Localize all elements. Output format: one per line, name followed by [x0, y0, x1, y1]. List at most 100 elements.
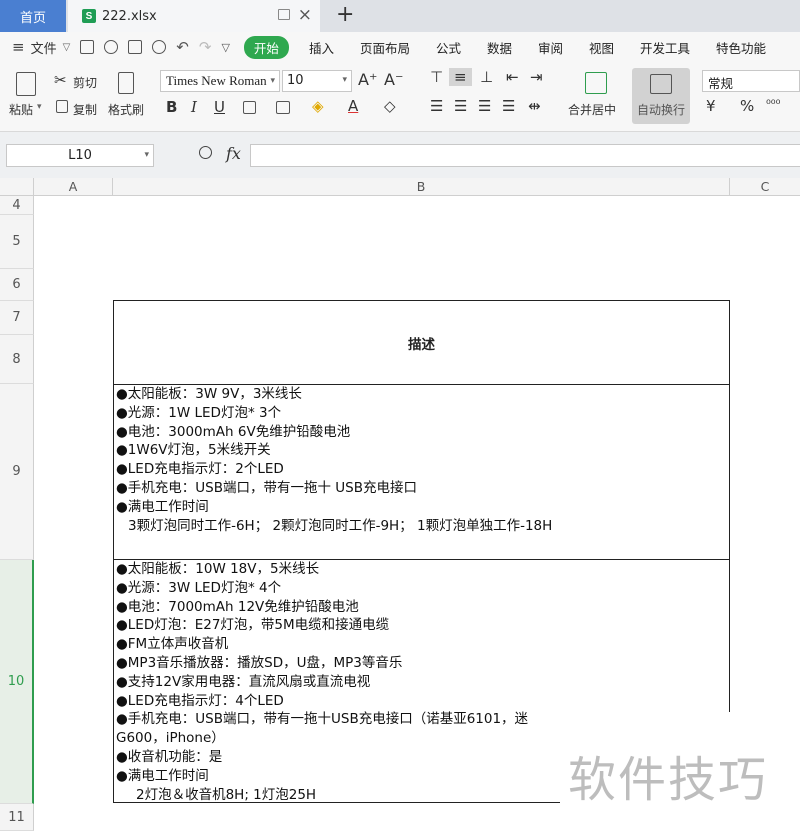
tab-developer[interactable]: 开发工具	[640, 38, 690, 57]
list-item: ●LED充电指示灯：2个LED	[116, 461, 284, 478]
undo-icon[interactable]: ↶	[176, 40, 189, 55]
tab-data[interactable]: 数据	[487, 38, 512, 57]
spreadsheet-icon: S	[82, 9, 96, 23]
chevron-down-icon: ▾	[342, 75, 347, 85]
search-formula-icon[interactable]	[199, 146, 212, 159]
bold-button[interactable]: B	[166, 98, 177, 116]
tab-bar: 首页 S 222.xlsx × +	[0, 0, 800, 32]
font-name-value: Times New Roman	[166, 73, 267, 88]
column-header-c[interactable]: C	[730, 178, 800, 196]
tab-insert[interactable]: 插入	[309, 38, 334, 57]
row-header-9[interactable]: 9	[0, 384, 34, 560]
merge-center-button[interactable]: 合并居中	[568, 101, 616, 118]
list-item: ●手机充电：USB端口，带有一拖十 USB充电接口	[116, 479, 417, 496]
watermark: 软件技巧	[560, 712, 800, 831]
align-bottom-icon[interactable]: ⊥	[480, 68, 493, 86]
border-icon[interactable]	[243, 101, 256, 114]
align-middle-icon[interactable]: ≡	[449, 68, 472, 86]
italic-button[interactable]: I	[191, 98, 197, 116]
tab-review[interactable]: 审阅	[538, 38, 563, 57]
fx-icon[interactable]: fx	[226, 144, 241, 163]
justify-icon[interactable]: ☰	[502, 97, 515, 115]
underline-button[interactable]: U	[214, 98, 225, 116]
cut-button[interactable]: 剪切	[73, 74, 97, 91]
font-grow-icon[interactable]: A⁺	[358, 70, 377, 89]
paste-icon[interactable]	[16, 72, 36, 96]
cell-b7-title[interactable]: 描述	[113, 300, 730, 385]
row-header-7[interactable]: 7	[0, 301, 34, 335]
row-header-8[interactable]: 8	[0, 335, 34, 384]
format-painter-button[interactable]: 格式刷	[108, 101, 144, 118]
close-icon[interactable]: ×	[298, 5, 312, 25]
align-right-icon[interactable]: ☰	[478, 97, 491, 115]
hamburger-icon[interactable]: ≡	[12, 38, 25, 56]
print-icon[interactable]	[128, 40, 143, 54]
eraser-icon[interactable]: ◇	[384, 97, 396, 115]
row-header-10[interactable]: 10	[0, 560, 34, 804]
font-color-icon[interactable]: A	[348, 97, 358, 115]
formula-bar: L10 ▾ fx	[0, 132, 800, 178]
formula-input[interactable]	[250, 144, 800, 167]
thousands-icon[interactable]: ⁰⁰⁰	[766, 97, 780, 111]
tab-formula[interactable]: 公式	[436, 38, 461, 57]
row-header-11[interactable]: 11	[0, 804, 34, 831]
column-header-a[interactable]: A	[34, 178, 113, 196]
distribute-icon[interactable]: ⇹	[528, 97, 541, 115]
align-top-icon[interactable]: ⊤	[430, 68, 443, 86]
list-item: ●电池：7000mAh 12V免维护铅酸电池	[116, 598, 359, 615]
window-icon[interactable]	[278, 9, 290, 20]
currency-icon[interactable]: ¥	[706, 97, 716, 115]
percent-button[interactable]: %	[740, 97, 754, 115]
chevron-down-icon: ▾	[270, 75, 275, 85]
copy-button[interactable]: 复制	[73, 101, 97, 118]
select-all-corner[interactable]	[0, 178, 34, 196]
save-icon[interactable]	[80, 40, 95, 54]
list-item: ●电池：3000mAh 6V免维护铅酸电池	[116, 423, 351, 440]
cell-b9[interactable]: ●太阳能板：3W 9V，3米线长 ●光源：1W LED灯泡* 3个 ●电池：30…	[113, 384, 730, 560]
number-format-select[interactable]: 常规	[702, 70, 800, 92]
font-shrink-icon[interactable]: A⁻	[384, 70, 403, 89]
column-header-b[interactable]: B	[113, 178, 730, 196]
list-item: ●光源：1W LED灯泡* 3个	[116, 404, 282, 421]
menu-bar: ≡ 文件 ▽ ↶ ↷ ▽ 开始 插入 页面布局 公式 数据 审阅 视图 开发工具…	[0, 32, 800, 62]
paste-button[interactable]: 粘贴	[9, 101, 33, 118]
name-box[interactable]: L10 ▾	[6, 144, 154, 167]
row-header-4[interactable]: 4	[0, 196, 34, 215]
tab-start[interactable]: 开始	[243, 35, 289, 59]
paste-chevron-icon[interactable]: ▾	[37, 102, 42, 112]
menu-file[interactable]: 文件	[31, 38, 57, 57]
list-item: ●1W6V灯泡，5米线开关	[116, 442, 271, 459]
indent-decrease-icon[interactable]: ⇤	[506, 68, 519, 86]
print-preview-icon[interactable]	[152, 40, 167, 54]
tab-view[interactable]: 视图	[589, 38, 614, 57]
format-painter-icon[interactable]	[118, 72, 134, 94]
tab-file-label: 222.xlsx	[102, 8, 157, 24]
row-header-6[interactable]: 6	[0, 269, 34, 301]
font-name-select[interactable]: Times New Roman ▾	[160, 70, 280, 92]
new-tab-button[interactable]: +	[336, 2, 354, 27]
scissors-icon[interactable]: ✂	[54, 71, 67, 89]
tab-home[interactable]: 首页	[0, 0, 66, 32]
tab-special[interactable]: 特色功能	[716, 38, 766, 57]
row-header-5[interactable]: 5	[0, 215, 34, 269]
chevron-down-icon[interactable]: ▽	[63, 42, 71, 53]
merge-center-icon[interactable]	[585, 72, 607, 94]
fill-color-icon[interactable]: ◈	[312, 97, 324, 115]
tab-file[interactable]: S 222.xlsx ×	[68, 0, 320, 32]
customize-icon[interactable]: ▽	[221, 41, 229, 54]
font-size-select[interactable]: 10 ▾	[282, 70, 352, 92]
wrap-text-icon	[650, 74, 672, 94]
chevron-down-icon: ▾	[144, 150, 149, 160]
wrap-text-label: 自动换行	[637, 103, 686, 117]
copy-icon[interactable]	[56, 100, 68, 113]
list-item: ●光源：3W LED灯泡* 4个	[116, 579, 282, 596]
align-left-icon[interactable]: ☰	[430, 97, 443, 115]
indent-increase-icon[interactable]: ⇥	[530, 68, 543, 86]
tab-page-layout[interactable]: 页面布局	[360, 38, 410, 57]
export-icon[interactable]	[104, 40, 119, 54]
align-center-icon[interactable]: ☰	[454, 97, 467, 115]
ribbon: 粘贴 ▾ ✂ 剪切 复制 格式刷 Times New Roman ▾ 10 ▾ …	[0, 62, 800, 132]
cell-style-icon[interactable]	[276, 101, 290, 114]
redo-icon[interactable]: ↷	[199, 40, 212, 55]
wrap-text-button[interactable]: 自动换行	[632, 68, 690, 124]
